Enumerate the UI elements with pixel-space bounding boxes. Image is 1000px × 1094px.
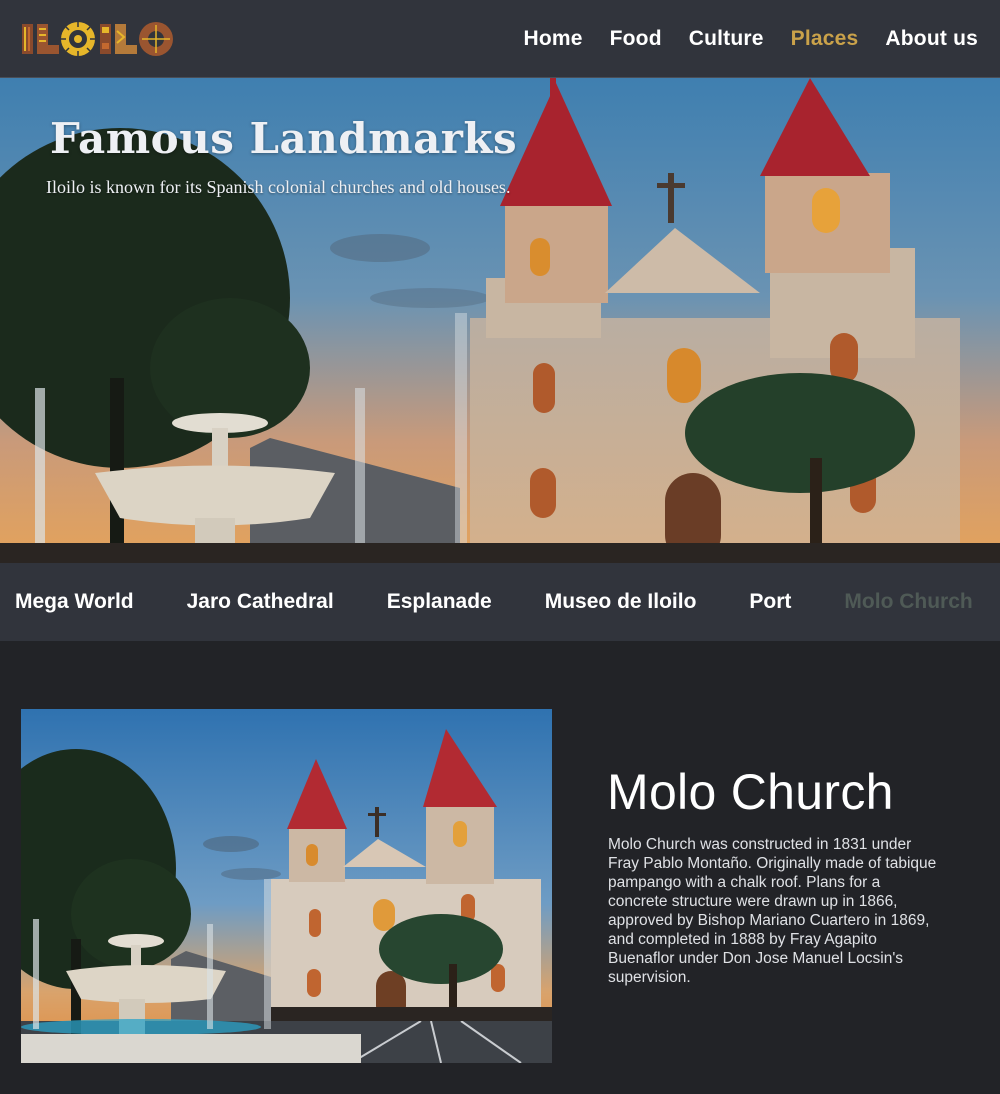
molo-church-photo	[21, 709, 552, 1063]
places-tab-molo-church[interactable]: Molo Church	[844, 590, 972, 614]
nav-culture-link[interactable]: Culture	[689, 27, 764, 51]
place-title: Molo Church	[607, 764, 894, 820]
place-description: Molo Church was constructed in 1831 unde…	[608, 836, 937, 986]
hero-title: Famous Landmarks	[50, 114, 518, 163]
places-tab-museo-de-iloilo[interactable]: Museo de Iloilo	[545, 590, 697, 614]
places-nav: Mega World Jaro Cathedral Esplanade Muse…	[0, 563, 1000, 641]
nav-places-link[interactable]: Places	[791, 27, 859, 51]
places-tab-port[interactable]: Port	[749, 590, 791, 614]
main-nav: Home Food Culture Places About us	[523, 0, 978, 78]
top-navbar: Home Food Culture Places About us	[0, 0, 1000, 78]
places-tab-mega-world[interactable]: Mega World	[15, 590, 134, 614]
places-tab-jaro-cathedral[interactable]: Jaro Cathedral	[187, 590, 334, 614]
iloilo-logo[interactable]	[20, 21, 175, 57]
nav-home-link[interactable]: Home	[523, 27, 582, 51]
hero-subtitle: Iloilo is known for its Spanish colonial…	[46, 177, 511, 197]
nav-food-link[interactable]: Food	[610, 27, 662, 51]
place-detail-section: Molo Church Molo Church was constructed …	[0, 641, 1000, 1094]
places-tab-esplanade[interactable]: Esplanade	[387, 590, 492, 614]
nav-about-link[interactable]: About us	[885, 27, 978, 51]
hero-banner: Famous Landmarks Iloilo is known for its…	[0, 78, 1000, 563]
